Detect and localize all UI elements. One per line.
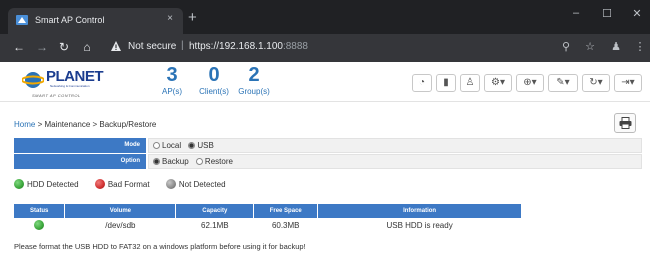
logo-text: PLANET	[46, 68, 104, 85]
option-backup-radio[interactable]	[153, 158, 160, 165]
ap-count-label: AP(s)	[162, 87, 182, 96]
home-icon[interactable]: ⌂	[80, 40, 94, 54]
logout-menu-button[interactable]: ⇥▾	[614, 74, 642, 92]
browser-tab-bar: Smart AP Control × + – ☐ ✕	[0, 0, 650, 34]
status-legend: HDD Detected Bad Format Not Detected	[14, 179, 240, 191]
client-count-label: Client(s)	[199, 87, 229, 96]
gray-status-icon	[165, 179, 176, 189]
logo-tagline: SMART AP CONTROL	[32, 93, 81, 98]
legend-hdd-detected: HDD Detected	[14, 179, 79, 189]
option-row: Option Backup Restore	[14, 154, 642, 169]
back-arrow-icon[interactable]: ←	[12, 40, 26, 54]
url-port: :8888	[282, 41, 308, 52]
globe-icon: ⊕▾	[523, 77, 537, 88]
mode-local-radio[interactable]	[153, 142, 160, 149]
column-header-status: Status	[14, 204, 66, 218]
capacity-cell: 62.1MB	[175, 218, 255, 232]
tools-menu-button[interactable]: ✎▾	[548, 74, 578, 92]
client-count-stat[interactable]: 0 Client(s)	[194, 64, 234, 96]
dashboard-button[interactable]: ◔	[412, 74, 432, 92]
format-note: Please format the USB HDD to FAT32 on a …	[14, 242, 306, 251]
group-count: 2	[248, 64, 260, 86]
bookmark-star-icon[interactable]: ☆	[583, 40, 597, 53]
red-status-icon	[94, 179, 105, 189]
mode-label: Mode	[14, 138, 146, 153]
warning-icon[interactable]	[110, 40, 122, 52]
logo-subtext: Networking & Communication	[50, 84, 90, 88]
option-backup-label[interactable]: Backup	[162, 157, 189, 166]
close-window-button[interactable]: ✕	[627, 7, 647, 20]
statistics-button[interactable]: ▮	[436, 74, 456, 92]
maximize-button[interactable]: ☐	[597, 7, 617, 20]
breadcrumb-path: > Maintenance > Backup/Restore	[35, 120, 157, 129]
new-tab-button[interactable]: +	[188, 10, 197, 25]
option-options: Backup Restore	[148, 154, 642, 169]
planet-logo-icon	[22, 72, 44, 88]
status-detected-icon	[34, 220, 45, 230]
mode-usb-radio[interactable]	[188, 142, 196, 149]
favicon-icon	[16, 15, 28, 25]
settings-icon: ⚙▾	[491, 77, 505, 88]
client-count: 0	[208, 64, 220, 86]
settings-menu-button[interactable]: ⚙▾	[484, 74, 512, 92]
column-header-volume: Volume	[64, 204, 177, 218]
mode-options: Local USB	[148, 138, 642, 153]
legend-not-detected: Not Detected	[165, 179, 226, 189]
breadcrumb-home-link[interactable]: Home	[14, 120, 35, 129]
network-menu-button[interactable]: ⊕▾	[516, 74, 544, 92]
logout-icon: ⇥▾	[621, 77, 635, 88]
tools-icon: ✎▾	[556, 77, 570, 88]
table-row: /dev/sdb 62.1MB 60.3MB USB HDD is ready	[14, 218, 522, 232]
legend-not-detected-label: Not Detected	[178, 180, 226, 189]
app-header: PLANET Networking & Communication SMART …	[0, 62, 650, 102]
information-cell: USB HDD is ready	[317, 218, 522, 232]
volume-cell: /dev/sdb	[64, 218, 177, 232]
mode-usb-label[interactable]: USB	[197, 141, 213, 150]
table-header-row: Status Volume Capacity Free Space Inform…	[14, 204, 522, 218]
column-header-free-space: Free Space	[253, 204, 319, 218]
print-button[interactable]	[614, 113, 636, 133]
security-label[interactable]: Not secure	[128, 41, 176, 52]
planet-logo[interactable]: PLANET Networking & Communication SMART …	[22, 66, 132, 98]
option-restore-label[interactable]: Restore	[205, 157, 233, 166]
url-field[interactable]: https://192.168.1.100:8888	[189, 41, 308, 52]
url-separator: |	[181, 40, 184, 51]
profile-icon[interactable]: ♟	[609, 40, 623, 53]
usb-volume-table: Status Volume Capacity Free Space Inform…	[14, 204, 522, 232]
legend-bad-format: Bad Format	[94, 179, 150, 189]
forward-arrow-icon[interactable]: →	[35, 40, 49, 54]
legend-hdd-detected-label: HDD Detected	[27, 180, 79, 189]
refresh-icon: ↻▾	[589, 77, 603, 88]
minimize-button[interactable]: –	[566, 7, 586, 19]
legend-bad-format-label: Bad Format	[107, 180, 150, 189]
status-cell	[14, 218, 66, 232]
ap-count-stat[interactable]: 3 AP(s)	[160, 64, 184, 96]
option-label: Option	[14, 154, 146, 169]
green-status-icon	[14, 179, 24, 189]
menu-dots-icon[interactable]: ⋮	[633, 40, 647, 53]
refresh-menu-button[interactable]: ↻▾	[582, 74, 610, 92]
url-host: https://192.168.1.100	[189, 41, 283, 52]
dashboard-icon: ◔	[418, 77, 426, 88]
ap-count: 3	[166, 64, 178, 86]
tab-title: Smart AP Control	[35, 15, 105, 25]
column-header-capacity: Capacity	[175, 204, 255, 218]
mode-row: Mode Local USB	[14, 138, 642, 153]
mode-local-label[interactable]: Local	[162, 141, 181, 150]
option-restore-radio[interactable]	[195, 158, 203, 165]
free-space-cell: 60.3MB	[253, 218, 319, 232]
column-header-information: Information	[317, 204, 522, 218]
chart-icon: ▮	[443, 77, 449, 88]
group-count-stat[interactable]: 2 Group(s)	[234, 64, 274, 96]
zoom-icon[interactable]: ⚲	[559, 40, 573, 53]
tab-close-icon[interactable]: ×	[167, 13, 173, 24]
user-icon: ♙	[465, 77, 475, 88]
address-bar: ← → ↻ ⌂ Not secure | https://192.168.1.1…	[0, 34, 650, 62]
user-button[interactable]: ♙	[460, 74, 480, 92]
browser-tab[interactable]: Smart AP Control ×	[8, 8, 183, 34]
breadcrumb: Home > Maintenance > Backup/Restore	[14, 120, 156, 129]
reload-icon[interactable]: ↻	[57, 40, 71, 54]
print-icon	[619, 117, 632, 129]
group-count-label: Group(s)	[238, 87, 270, 96]
